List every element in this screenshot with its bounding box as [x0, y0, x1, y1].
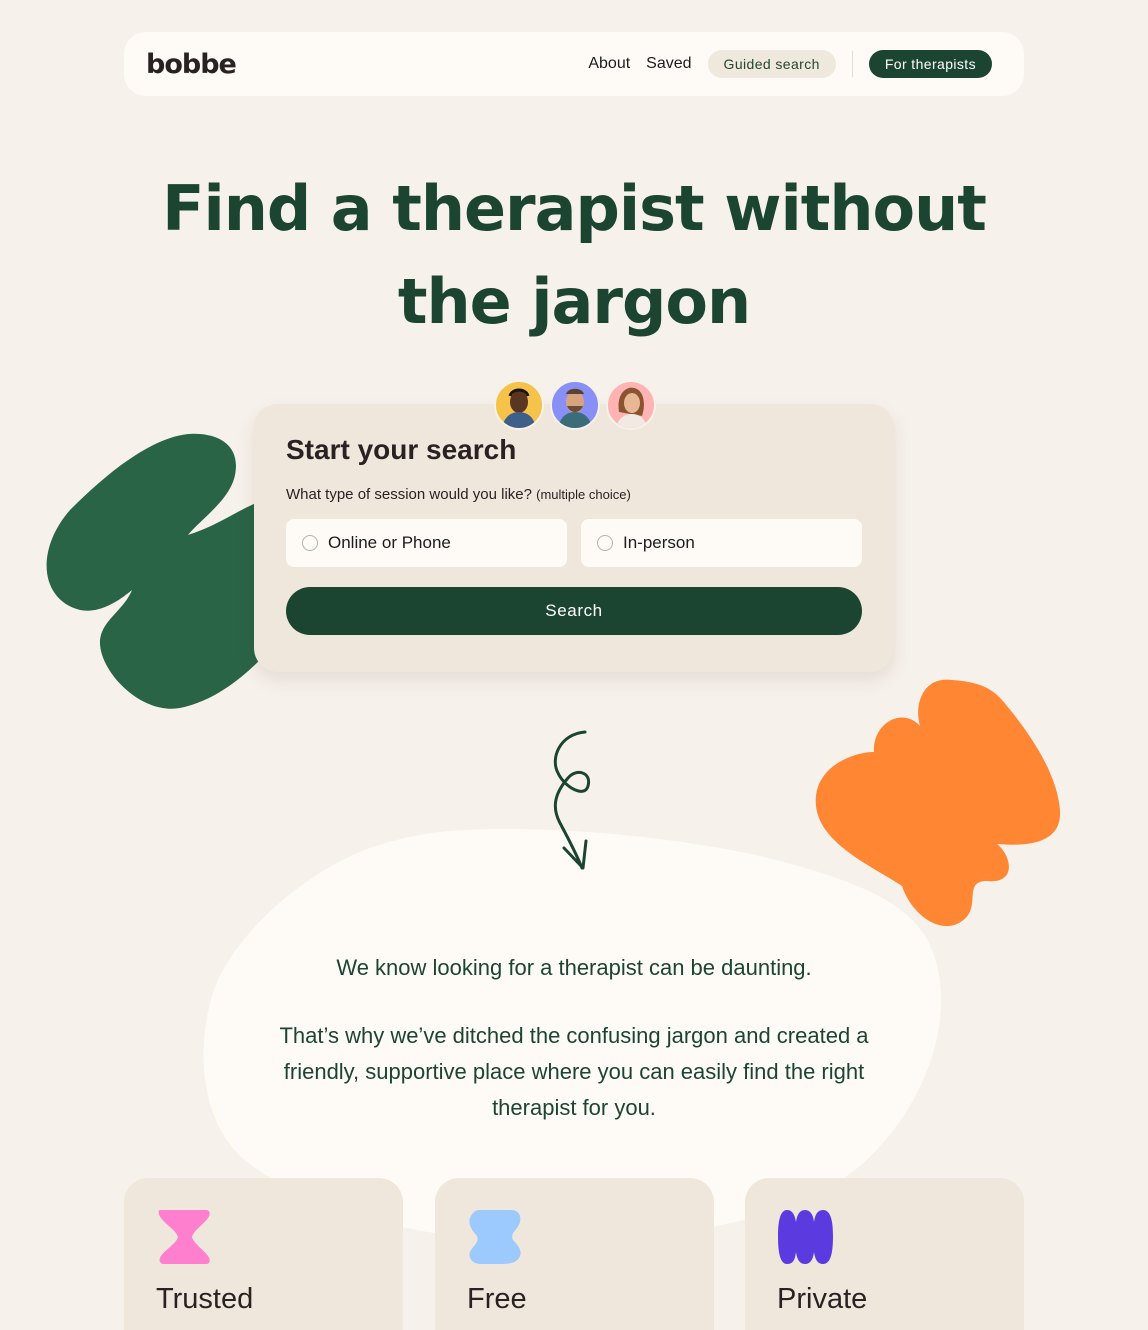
nav-links: About Saved Guided search For therapists: [588, 50, 992, 78]
avatar: [606, 380, 656, 430]
feature-label-free: Free: [467, 1283, 527, 1315]
option-in-person[interactable]: In-person: [581, 519, 862, 567]
intro-message-line1: We know looking for a therapist can be d…: [336, 955, 812, 980]
feature-label-private: Private: [777, 1283, 868, 1315]
pink-hourglass-icon: [158, 1210, 210, 1264]
radio-online-phone[interactable]: [302, 535, 318, 551]
feature-card-private: Private: [745, 1178, 1024, 1330]
option-in-person-label: In-person: [623, 533, 695, 552]
for-therapists-button[interactable]: For therapists: [868, 50, 992, 78]
feature-card-free: Free: [435, 1178, 714, 1330]
green-leaf-shape: [46, 433, 265, 709]
avatar: [494, 380, 544, 430]
session-question-hint: (multiple choice): [536, 487, 631, 502]
hero-title-line2: the jargon: [397, 265, 751, 338]
search-button[interactable]: Search: [286, 587, 862, 635]
nav-saved-link[interactable]: Saved: [646, 55, 691, 73]
intro-message: We know looking for a therapist can be d…: [260, 950, 888, 1126]
search-card-title: Start your search: [286, 434, 517, 465]
intro-message-line2: That’s why we’ve ditched the confusing j…: [279, 1023, 869, 1120]
option-online-phone[interactable]: Online or Phone: [286, 519, 567, 567]
feature-label-trusted: Trusted: [156, 1283, 254, 1315]
hero-title-line1: Find a therapist without: [162, 172, 987, 245]
therapist-avatars: [494, 380, 656, 430]
search-card: Start your search What type of session w…: [254, 404, 894, 672]
curly-arrow-icon: [553, 730, 591, 870]
session-type-question: What type of session would you like? (mu…: [286, 486, 862, 503]
session-question-text: What type of session would you like?: [286, 486, 532, 503]
option-online-phone-label: Online or Phone: [328, 533, 451, 552]
avatar: [550, 380, 600, 430]
logo[interactable]: bobbe: [146, 49, 237, 80]
hero-title: Find a therapist without the jargon: [0, 162, 1148, 348]
guided-search-button[interactable]: Guided search: [707, 50, 836, 78]
radio-in-person[interactable]: [597, 535, 613, 551]
blue-blob-icon: [469, 1210, 521, 1264]
session-options: Online or Phone In-person: [286, 519, 862, 567]
nav-about-link[interactable]: About: [588, 55, 630, 73]
nav-divider: [851, 51, 853, 77]
purple-wave-icon: [778, 1210, 833, 1264]
top-navbar: bobbe About Saved Guided search For ther…: [124, 32, 1024, 96]
feature-card-trusted: Trusted: [124, 1178, 403, 1330]
